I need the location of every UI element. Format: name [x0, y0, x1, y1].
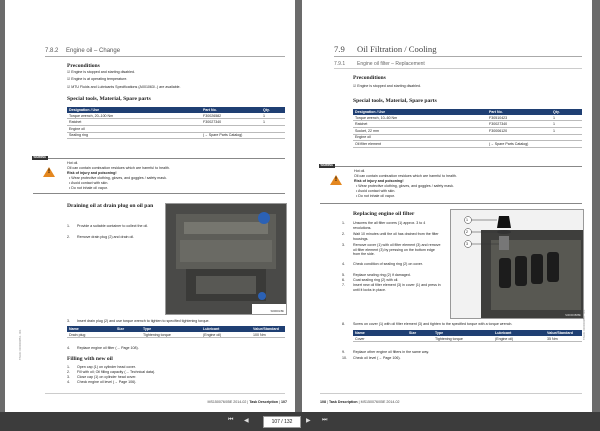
callout-3: 3	[466, 242, 468, 246]
oil-filter-image: 1 2 3 S00000888b	[450, 209, 584, 319]
tools-heading: Special tools, Material, Spare parts	[67, 96, 151, 102]
tools-heading: Special tools, Material, Spare parts	[353, 98, 437, 104]
drain-step: Remove drain plug (2) and drain oil.	[77, 235, 135, 239]
fill-heading: Filling with new oil	[67, 356, 113, 362]
preconditions-heading: Preconditions	[353, 75, 386, 81]
fill-step: Check engine oil level (→ Page 106).	[77, 380, 137, 384]
precondition-item: ☑ Engine is stopped and starting disable…	[67, 70, 135, 74]
page-indicator[interactable]: 107 / 132	[263, 416, 301, 428]
pdf-toolbar: ⏮ ◀ 107 / 132 ▶ ⏭	[0, 412, 600, 431]
table-row: Oil filter element (→ Spare Parts Catalog…	[353, 140, 582, 148]
section-title: Engine oil filter – Replacement	[357, 61, 425, 67]
replace-step: Replace sealing ring (2) if damaged.	[353, 273, 411, 277]
divider	[334, 56, 582, 57]
precondition-item: ☑ Engine is stopped and starting disable…	[353, 84, 421, 88]
step-text: Insert drain plug (2) and use torque wre…	[77, 319, 210, 323]
tools-table: Designation / Use Part No. Qty. Torque wre…	[67, 107, 285, 140]
page-footer: 108 | Task Description | MS150076/05E 20…	[320, 400, 400, 404]
preconditions-heading: Preconditions	[67, 63, 100, 69]
precondition-item: ☑ Engine is at operating temperature.	[67, 77, 128, 81]
warning-triangle-icon: !	[330, 175, 342, 185]
fill-step: Close cap (1) on cylinder head cover.	[77, 375, 137, 379]
divider	[45, 56, 285, 57]
torque-table: Name Size Type Lubricant Value/Standard Cove…	[353, 330, 582, 343]
left-page: 7.8.2 Engine oil – Change Preconditions …	[5, 0, 295, 412]
replace-step: Coat sealing ring (2) with oil.	[353, 278, 399, 282]
replace-step: Wait 10 minutes until the oil has draine…	[353, 232, 439, 241]
section-title: Engine oil – Change	[66, 48, 121, 54]
replace-step: Remove cover (1) with oil filter element…	[353, 243, 441, 257]
table-row: Drain plug Tightening torque (Engine oil) 1…	[67, 331, 285, 339]
fill-step: Fill with oil; Oil filling capacity (→ T…	[77, 370, 156, 374]
image-code: S00001/8b	[270, 309, 284, 313]
step-text: Screw on cover (1) with oil filter eleme…	[353, 322, 513, 326]
table-row: Cover Tightening torque (Engine oil) 35 Nm	[353, 335, 582, 343]
footer-divider	[320, 393, 582, 394]
precondition-item: ☑ MTU Fluids and Lubricants Specificatio…	[67, 85, 181, 89]
side-id: TIM-ID: 0000000855 - 001	[583, 309, 586, 340]
page-footer: MS150076/05E 2014-02 | Task Description …	[207, 400, 287, 404]
page-current: 107	[271, 419, 280, 425]
divider	[334, 68, 582, 69]
chapter-number: 7.9	[334, 44, 345, 54]
fill-step: Open cap (1) on cylinder head cover.	[77, 365, 136, 369]
footer-divider	[45, 393, 285, 394]
table-row: Engine oil	[67, 125, 285, 133]
drain-heading: Draining oil at drain plug on oil pan	[67, 203, 154, 209]
image-code: S00000888b	[565, 313, 581, 317]
section-number: 7.8.2	[45, 48, 59, 54]
first-page-icon[interactable]: ⏮	[228, 417, 233, 424]
chapter-title: Oil Filtration / Cooling	[357, 44, 437, 54]
warning-label: WARNING	[319, 164, 335, 168]
prev-page-icon[interactable]: ◀	[244, 417, 249, 424]
callout-2: 2	[466, 230, 468, 234]
replace-step: Check condition of sealing ring (2) on c…	[353, 262, 423, 266]
warning-box: WARNING ! Hot oil. Oil can contain combu…	[319, 164, 582, 204]
warning-triangle-icon: !	[43, 167, 55, 177]
table-row: Sealing ring (→ Spare Parts Catalog)	[67, 132, 285, 140]
replace-step: Insert new oil filter element (3) in cov…	[353, 283, 441, 292]
table-row: Ratchet F30027340 1	[67, 118, 285, 126]
table-row: Engine oil	[353, 134, 582, 142]
table-row: Socket, 22 mm F30006120 1	[353, 127, 582, 135]
torque-table: Name Size Type Lubricant Value/Standard Drai…	[67, 326, 285, 339]
replace-heading: Replacing engine oil filter	[353, 211, 415, 217]
side-id: TIM-ID: 0000000854 - 001	[19, 329, 22, 360]
replace-step: Unscrew the all filter covers (1) approx…	[353, 221, 426, 230]
step-text: Replace other engine oil filters in the …	[353, 350, 430, 354]
step-text: Check oil level (→ Page 106).	[353, 356, 401, 360]
right-page: 7.9 Oil Filtration / Cooling 7.9.1 Engin…	[302, 0, 592, 412]
page-total: 132	[284, 419, 293, 425]
step-text: Replace engine oil filter (→ Page 108).	[77, 346, 139, 350]
section-number: 7.9.1	[334, 61, 346, 67]
callout-1: 1	[466, 218, 468, 222]
warning-box: WARNING ! Hot oil. Oil can contain combu…	[32, 156, 285, 194]
engine-drain-image: S00001/8b	[165, 203, 287, 315]
warning-label: WARNING	[32, 156, 48, 160]
table-row: Ratchet F30027340 1	[353, 120, 582, 128]
next-page-icon[interactable]: ▶	[306, 417, 311, 424]
tools-table: Designation / Use Part No. Qty. Torque wre…	[353, 109, 582, 148]
drain-step: Provide a suitable container to collect …	[77, 224, 149, 228]
last-page-icon[interactable]: ⏭	[322, 417, 327, 424]
